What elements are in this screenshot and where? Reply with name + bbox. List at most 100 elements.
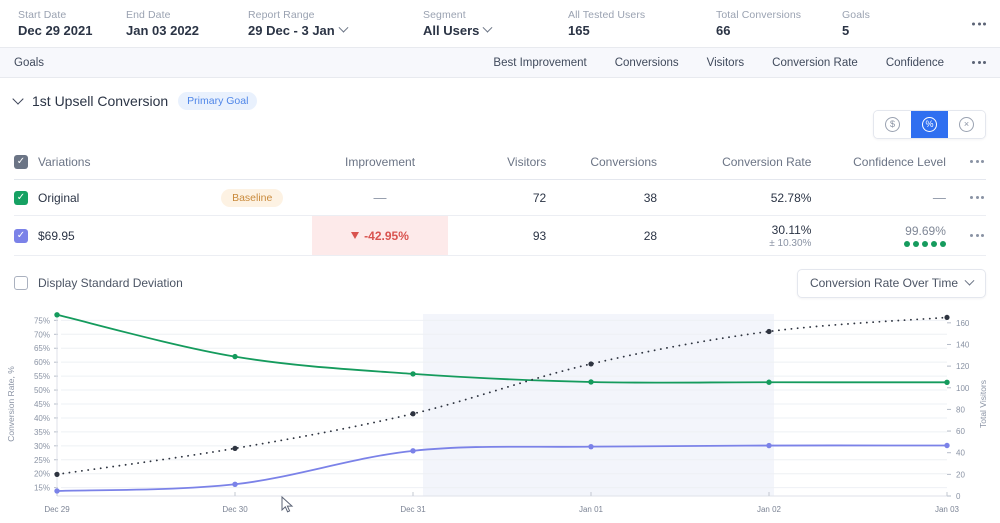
improvement-value: — xyxy=(374,190,387,205)
header-conversions: Conversions xyxy=(546,155,657,169)
stat-label: End Date xyxy=(126,8,248,22)
std-dev-label: Display Standard Deviation xyxy=(38,276,183,290)
stat-goals: Goals 5 xyxy=(842,8,902,39)
metric-toggle-group[interactable]: $ % × xyxy=(873,110,986,139)
improvement-value: -42.95% xyxy=(364,229,409,243)
goal-name: 1st Upsell Conversion xyxy=(32,93,168,109)
stat-segment[interactable]: Segment All Users xyxy=(423,8,568,39)
table-row[interactable]: ✓ $69.95 -42.95% 93 28 30.11% ± 10.30% 9… xyxy=(14,216,986,256)
chart-controls: Display Standard Deviation Conversion Ra… xyxy=(0,268,1000,298)
dollar-icon: $ xyxy=(885,117,900,132)
row-actions[interactable] xyxy=(946,196,986,199)
improvement-negative: -42.95% xyxy=(312,216,448,255)
goals-bar-title: Goals xyxy=(14,57,465,69)
svg-text:Dec 29: Dec 29 xyxy=(44,505,70,514)
mouse-cursor-icon xyxy=(281,496,295,514)
variation-name: $69.95 xyxy=(38,229,75,243)
stat-value: Dec 29 2021 xyxy=(18,22,126,39)
person-icon: × xyxy=(959,117,974,132)
svg-text:Jan 01: Jan 01 xyxy=(579,505,604,514)
svg-text:20%: 20% xyxy=(34,470,50,479)
svg-text:50%: 50% xyxy=(34,386,50,395)
metric-toggle-percentage[interactable]: % xyxy=(911,111,948,138)
table-header-row: ✓ Variations Improvement Visitors Conver… xyxy=(14,144,986,180)
row-actions[interactable] xyxy=(946,234,986,237)
confidence-value: — xyxy=(933,190,946,205)
percent-icon: % xyxy=(922,117,937,132)
confidence-dots xyxy=(811,241,945,247)
kebab-icon[interactable] xyxy=(970,234,984,237)
goals-col-best-improvement: Best Improvement xyxy=(493,57,586,69)
goals-col-conversion-rate: Conversion Rate xyxy=(772,57,858,69)
report-range-value: 29 Dec - 3 Jan xyxy=(248,22,335,39)
row-checkbox[interactable]: ✓ xyxy=(14,191,28,205)
chart-metric-select[interactable]: Conversion Rate Over Time xyxy=(797,269,986,298)
stat-all-tested-users: All Tested Users 165 xyxy=(568,8,716,39)
row-checkbox[interactable]: ✓ xyxy=(14,229,28,243)
std-dev-checkbox[interactable] xyxy=(14,276,28,290)
goals-col-confidence: Confidence xyxy=(886,57,944,69)
stat-value: 5 xyxy=(842,22,902,39)
confidence-cell: 99.69% xyxy=(811,224,945,247)
table-row[interactable]: ✓ Original Baseline — 72 38 52.78% — xyxy=(14,180,986,216)
conversions-cell: 38 xyxy=(546,191,657,205)
kebab-icon[interactable] xyxy=(972,22,986,25)
svg-text:25%: 25% xyxy=(34,456,50,465)
svg-text:Dec 30: Dec 30 xyxy=(222,505,248,514)
svg-text:Total Visitors: Total Visitors xyxy=(978,380,988,428)
metric-toggle-revenue[interactable]: $ xyxy=(874,111,911,138)
row-variation-original: ✓ Original xyxy=(14,191,221,205)
primary-goal-badge: Primary Goal xyxy=(178,92,257,110)
svg-text:Dec 31: Dec 31 xyxy=(400,505,426,514)
svg-text:60: 60 xyxy=(956,427,965,436)
std-dev-control[interactable]: Display Standard Deviation xyxy=(14,276,183,290)
svg-text:100: 100 xyxy=(956,384,970,393)
visitors-cell: 72 xyxy=(448,191,546,205)
select-all-checkbox[interactable]: ✓ xyxy=(14,155,28,169)
kebab-icon[interactable] xyxy=(972,61,986,64)
header-variations-label: Variations xyxy=(38,155,90,169)
stat-value: 165 xyxy=(568,22,716,39)
chart-metric-value: Conversion Rate Over Time xyxy=(810,276,958,290)
row-variation-6995: ✓ $69.95 xyxy=(14,229,221,243)
svg-text:Jan 02: Jan 02 xyxy=(757,505,782,514)
stat-value: 66 xyxy=(716,22,842,39)
svg-text:40%: 40% xyxy=(34,414,50,423)
kebab-icon[interactable] xyxy=(970,160,984,163)
svg-text:15%: 15% xyxy=(34,484,50,493)
svg-text:160: 160 xyxy=(956,319,970,328)
stat-report-range[interactable]: Report Range 29 Dec - 3 Jan xyxy=(248,8,423,39)
conversions-cell: 28 xyxy=(546,229,657,243)
stat-label: All Tested Users xyxy=(568,8,716,22)
stat-total-conversions: Total Conversions 66 xyxy=(716,8,842,39)
header-conversion-rate: Conversion Rate xyxy=(657,155,811,169)
summary-topbar: Start Date Dec 29 2021 End Date Jan 03 2… xyxy=(0,0,1000,48)
conversion-rate-cell: 30.11% ± 10.30% xyxy=(657,223,811,249)
stat-label: Total Conversions xyxy=(716,8,842,22)
chevron-down-icon[interactable] xyxy=(12,93,23,104)
svg-text:30%: 30% xyxy=(34,442,50,451)
svg-text:70%: 70% xyxy=(34,330,50,339)
svg-text:40: 40 xyxy=(956,449,965,458)
svg-text:45%: 45% xyxy=(34,400,50,409)
kebab-icon[interactable] xyxy=(970,196,984,199)
metric-toggle-visitors[interactable]: × xyxy=(948,111,985,138)
header-variations: ✓ Variations xyxy=(14,155,221,169)
svg-text:35%: 35% xyxy=(34,428,50,437)
conversion-rate-value: 30.11% xyxy=(657,223,811,237)
chevron-down-icon xyxy=(483,23,493,33)
svg-text:Conversion Rate, %: Conversion Rate, % xyxy=(6,366,16,442)
variation-name: Original xyxy=(38,191,79,205)
improvement-cell: -42.95% xyxy=(312,216,448,255)
svg-text:20: 20 xyxy=(956,470,965,479)
svg-text:0: 0 xyxy=(956,492,961,501)
variations-table: ✓ Variations Improvement Visitors Conver… xyxy=(0,144,1000,256)
stat-value-wrap: All Users xyxy=(423,22,568,39)
triangle-down-icon xyxy=(351,232,359,239)
goal-header[interactable]: 1st Upsell Conversion Primary Goal xyxy=(0,84,1000,118)
stat-label: Goals xyxy=(842,8,902,22)
confidence-value: 99.69% xyxy=(811,224,945,238)
header-confidence-level: Confidence Level xyxy=(811,155,945,169)
header-kebab[interactable] xyxy=(946,160,986,163)
svg-text:140: 140 xyxy=(956,340,970,349)
